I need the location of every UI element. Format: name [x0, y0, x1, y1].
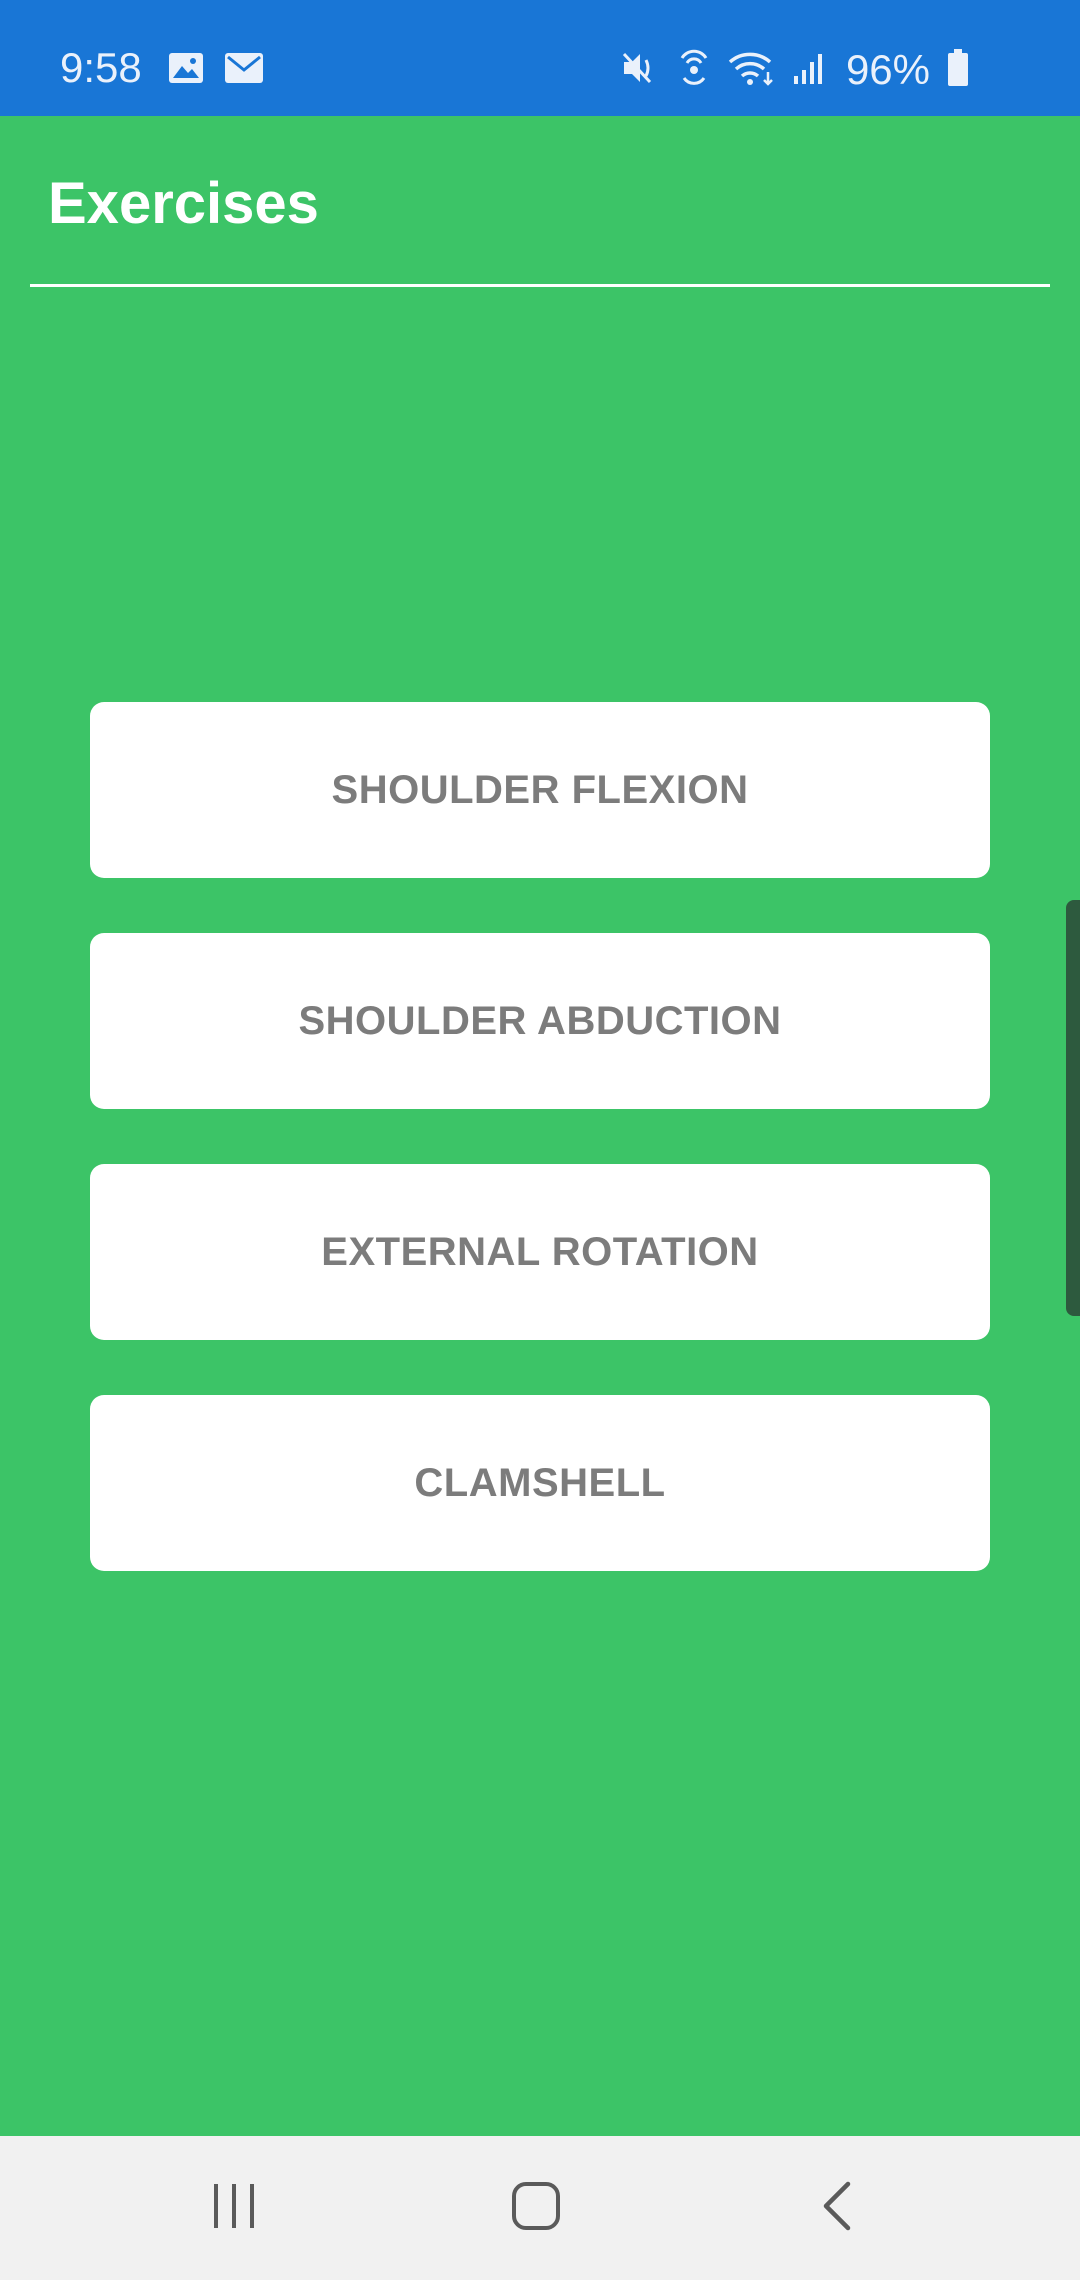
back-button[interactable] [778, 2176, 898, 2240]
external-rotation-button[interactable]: EXTERNAL ROTATION [90, 1164, 990, 1340]
signal-icon [792, 48, 826, 93]
shoulder-abduction-button[interactable]: SHOULDER ABDUCTION [90, 933, 990, 1109]
shoulder-flexion-button[interactable]: SHOULDER FLEXION [90, 702, 990, 878]
gallery-icon [168, 52, 204, 89]
back-icon [818, 2178, 858, 2239]
wifi-icon [728, 48, 776, 93]
notification-icons [168, 52, 264, 89]
home-icon [510, 2180, 562, 2237]
status-bar: 9:58 96% [0, 0, 1080, 116]
recent-apps-icon [210, 2180, 258, 2237]
edge-panel-handle[interactable] [1066, 900, 1080, 1316]
mail-icon [224, 52, 264, 89]
title-divider [30, 284, 1050, 287]
page-title: Exercises [48, 171, 319, 236]
battery-icon [946, 48, 970, 92]
hotspot-icon [676, 48, 712, 93]
home-button[interactable] [476, 2176, 596, 2240]
system-icons: 96% [620, 46, 970, 94]
battery-percent: 96% [845, 46, 930, 93]
clamshell-button[interactable]: CLAMSHELL [90, 1395, 990, 1571]
status-time: 9:58 [60, 44, 142, 91]
recent-apps-button[interactable] [174, 2176, 294, 2240]
mute-icon [620, 48, 660, 93]
navigation-bar [0, 2136, 1080, 2280]
